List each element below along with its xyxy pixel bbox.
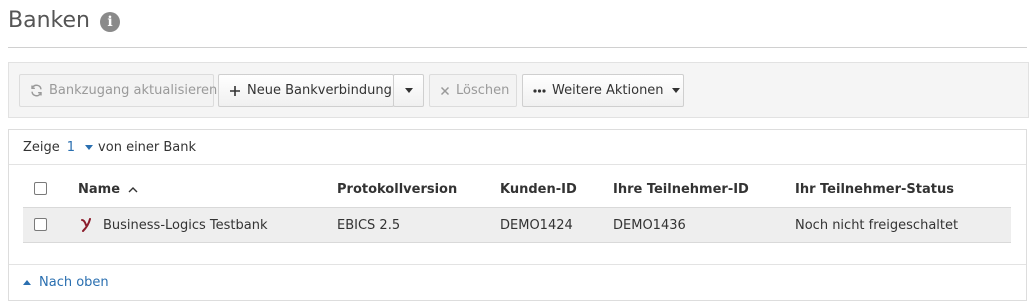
select-all-checkbox[interactable] — [34, 182, 47, 195]
page-title: Banken — [8, 8, 90, 33]
chevron-up-icon — [23, 280, 31, 285]
close-icon — [440, 86, 450, 96]
new-bank-connection-dropdown-toggle[interactable] — [393, 74, 424, 107]
bank-logo-icon — [81, 218, 93, 232]
column-header-protocol[interactable]: Protokollversion — [337, 182, 457, 197]
page-header: Banken i — [8, 6, 1027, 48]
sort-ascending-icon — [128, 186, 138, 193]
results-summary: Zeige 1 von einer Bank — [23, 140, 196, 155]
refresh-icon — [30, 84, 43, 97]
delete-label: Löschen — [456, 83, 510, 98]
banks-panel: Zeige 1 von einer Bank Name Protokollver… — [8, 129, 1027, 301]
divider — [9, 264, 1026, 265]
new-bank-connection-label: Neue Bankverbindung — [247, 83, 392, 98]
chevron-down-icon[interactable] — [85, 145, 94, 150]
ellipsis-icon — [533, 88, 546, 93]
summary-prefix: Zeige — [23, 140, 60, 155]
column-header-customer-id[interactable]: Kunden-ID — [500, 182, 577, 197]
row-checkbox[interactable] — [34, 218, 47, 231]
chevron-down-icon — [404, 88, 413, 93]
summary-suffix: von einer Bank — [98, 140, 197, 155]
info-icon[interactable]: i — [100, 12, 120, 32]
participant-status-cell: Noch nicht freigeschaltet — [795, 218, 959, 233]
refresh-bank-access-label: Bankzugang aktualisieren — [49, 83, 218, 98]
chevron-down-icon — [671, 88, 680, 93]
column-header-name[interactable]: Name — [78, 182, 138, 197]
column-header-participant-status[interactable]: Ihr Teilnehmer-Status — [795, 182, 954, 197]
toolbar: Bankzugang aktualisieren Neue Bankverbin… — [8, 62, 1029, 118]
refresh-bank-access-button[interactable]: Bankzugang aktualisieren — [19, 74, 218, 107]
protocol-cell: EBICS 2.5 — [337, 218, 401, 233]
plus-icon — [229, 85, 241, 97]
back-to-top-link[interactable]: Nach oben — [23, 275, 109, 290]
bank-name-cell[interactable]: Business-Logics Testbank — [103, 218, 268, 233]
back-to-top-label: Nach oben — [39, 275, 109, 290]
divider — [9, 164, 1026, 165]
page-size-selector[interactable]: 1 — [67, 140, 75, 155]
column-header-participant-id[interactable]: Ihre Teilnehmer-ID — [613, 182, 749, 197]
delete-button[interactable]: Löschen — [429, 74, 517, 107]
more-actions-button[interactable]: Weitere Aktionen — [522, 74, 684, 107]
customer-id-cell: DEMO1424 — [500, 218, 573, 233]
participant-id-cell: DEMO1436 — [613, 218, 686, 233]
more-actions-label: Weitere Aktionen — [552, 83, 664, 98]
new-bank-connection-button[interactable]: Neue Bankverbindung — [218, 74, 394, 107]
